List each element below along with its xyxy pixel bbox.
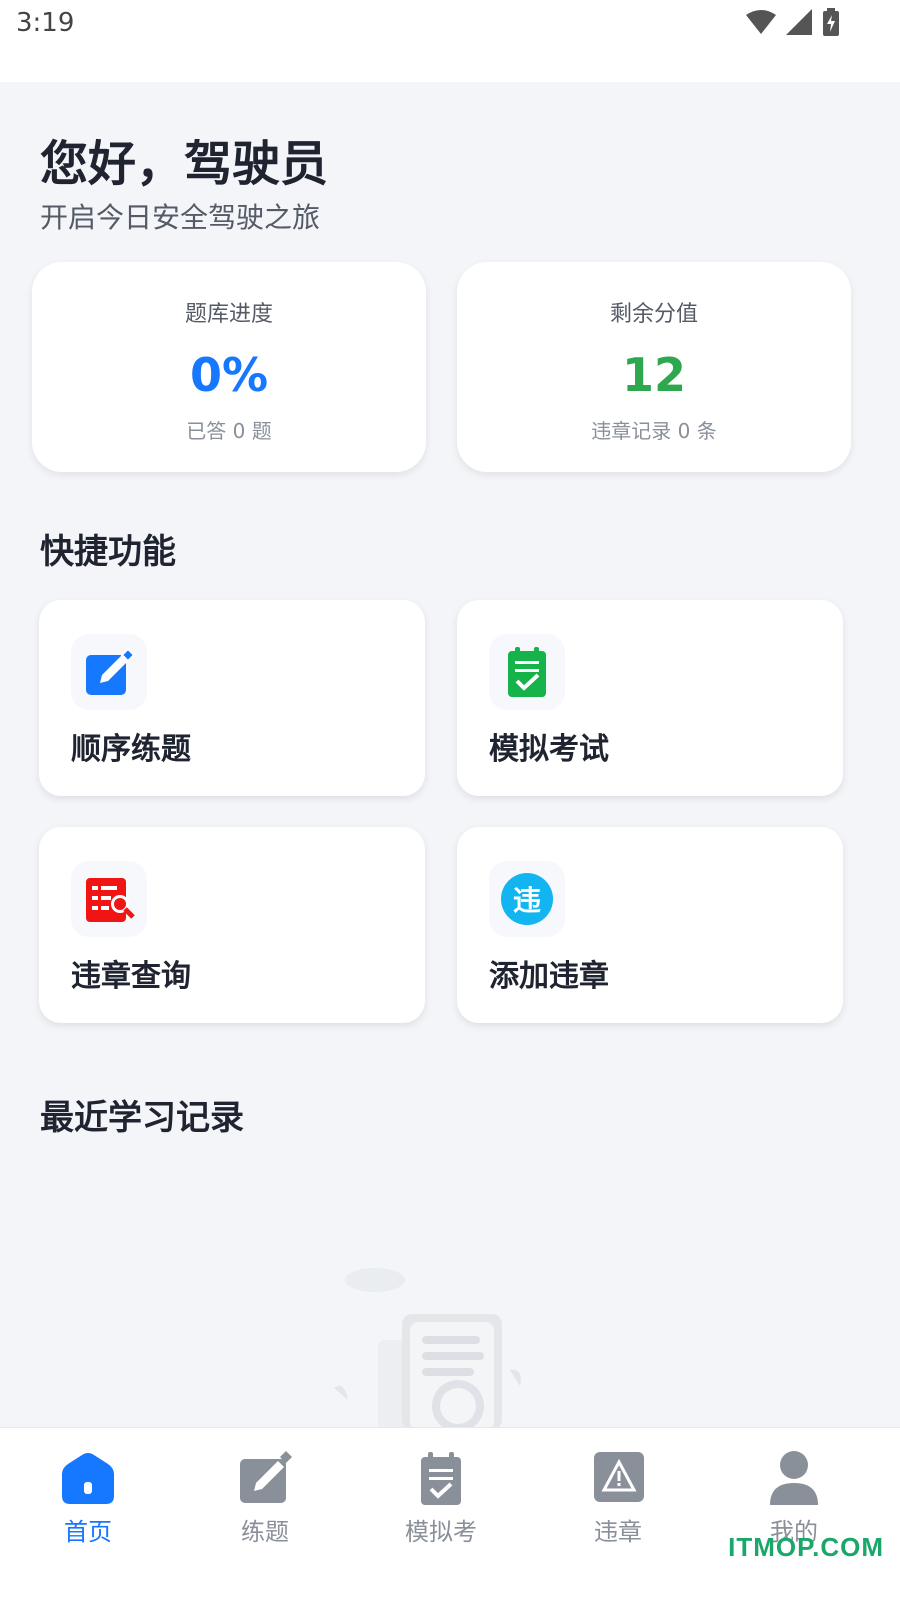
wifi-icon — [746, 10, 776, 34]
stat-value: 12 — [621, 348, 686, 402]
stat-label: 剩余分值 — [609, 302, 698, 327]
clipboard-check-icon — [489, 634, 565, 710]
quick-section-title: 快捷功能 — [40, 532, 176, 572]
quick-card-label: 模拟考试 — [489, 732, 609, 767]
battery-icon — [823, 8, 839, 36]
tab-label: 违章 — [594, 1518, 642, 1546]
stat-label: 题库进度 — [184, 302, 273, 327]
stat-card-score[interactable]: 剩余分值 12 违章记录 0 条 — [457, 262, 851, 472]
quick-card-label: 违章查询 — [71, 959, 191, 994]
status-time: 3:19 — [16, 8, 75, 38]
quick-card-label: 顺序练题 — [71, 732, 191, 767]
signal-icon — [786, 9, 812, 35]
tab-practice[interactable]: 练题 — [205, 1450, 325, 1547]
quick-card-violation-query[interactable]: 违章查询 — [39, 827, 425, 1023]
quick-card-sequential-practice[interactable]: 顺序练题 — [39, 600, 425, 796]
stat-sub: 违章记录 0 条 — [591, 419, 717, 443]
stat-sub: 已答 0 题 — [186, 419, 272, 443]
quick-card-label: 添加违章 — [489, 959, 609, 994]
violation-badge-icon: 违 — [489, 861, 565, 937]
watermark: ITMOP.COM — [728, 1532, 884, 1562]
quick-card-add-violation[interactable]: 违 添加违章 — [457, 827, 843, 1023]
home-icon — [58, 1450, 118, 1506]
violation-badge: 违 — [501, 873, 553, 925]
status-bar: 3:19 — [0, 0, 900, 82]
document-search-icon — [71, 861, 147, 937]
greeting-subtitle: 开启今日安全驾驶之旅 — [40, 201, 321, 234]
tab-label: 练题 — [241, 1518, 289, 1546]
tab-mock-exam[interactable]: 模拟考 — [381, 1450, 501, 1547]
tab-violations[interactable]: 违章 — [558, 1450, 678, 1547]
status-icons — [746, 8, 840, 36]
tab-home[interactable]: 首页 — [28, 1450, 148, 1547]
user-icon — [764, 1450, 824, 1506]
recent-section-title: 最近学习记录 — [40, 1098, 244, 1138]
empty-state-illustration — [330, 1260, 530, 1432]
quick-card-mock-exam[interactable]: 模拟考试 — [457, 600, 843, 796]
tab-label: 模拟考 — [405, 1518, 477, 1546]
clipboard-check-icon — [411, 1450, 471, 1506]
stat-card-progress[interactable]: 题库进度 0% 已答 0 题 — [32, 262, 426, 472]
edit-icon — [235, 1450, 295, 1506]
tab-label: 首页 — [64, 1518, 112, 1546]
greeting-title: 您好，驾驶员 — [40, 136, 329, 192]
stat-value: 0% — [189, 348, 269, 402]
edit-icon — [71, 634, 147, 710]
bottom-tab-bar: 首页 练题 模拟考 违章 我的 — [0, 1427, 900, 1600]
warning-icon — [588, 1450, 648, 1506]
